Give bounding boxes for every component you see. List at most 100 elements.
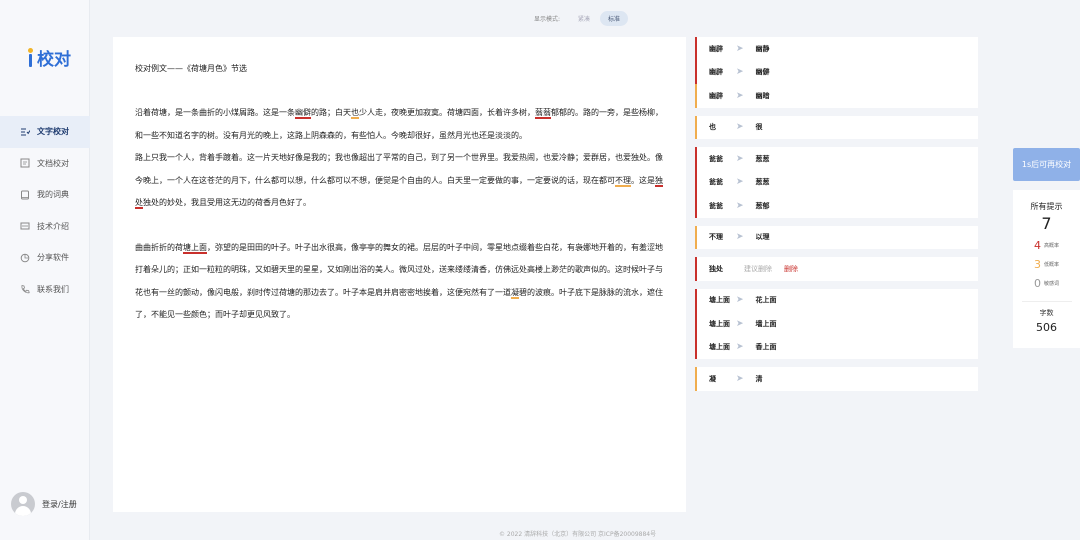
sidebar-nav: 文字校对 文档校对 我的词典 技术介绍 分享软件 联系我们	[0, 116, 90, 305]
suggestion-row[interactable]: 不理 ➤ 以理	[695, 225, 978, 249]
error-mark-low[interactable]: 凝	[511, 287, 519, 299]
sidebar-item-contact[interactable]: 联系我们	[0, 274, 90, 306]
error-mark-low[interactable]: 也	[351, 108, 359, 119]
tech-icon	[20, 221, 30, 231]
original-word: 不理	[709, 233, 723, 242]
arrow-right-icon: ➤	[736, 318, 744, 329]
sidebar-item-share[interactable]: 分享软件	[0, 242, 90, 274]
all-hints-count: 7	[1041, 214, 1052, 233]
sensitive-word-label: 敏感词	[1043, 281, 1059, 287]
suggestion-card: 也 ➤ 很	[695, 115, 978, 139]
suggestion-row[interactable]: 瓮瓮 ➤ 葱郁	[695, 194, 978, 218]
app-logo[interactable]: 校对	[26, 45, 71, 70]
low-probability-label: 低概率	[1043, 262, 1059, 268]
suggested-word[interactable]: 很	[756, 122, 763, 132]
suggested-word[interactable]: 葱葱	[756, 154, 770, 164]
mode-option-compact[interactable]: 紧凑	[570, 11, 598, 26]
suggest-delete-label: 建议删除	[744, 264, 772, 273]
paragraph-2: 路上只我一个人，背着手踱着。这一片天地好像是我的；我也像超出了平常的自己，到了另…	[135, 147, 664, 215]
original-word: 幽辟	[709, 44, 723, 53]
suggestion-card: 不理 ➤ 以理	[695, 225, 978, 249]
suggestion-card: 瓮瓮 ➤ 葱葱 瓮瓮 ➤ 葱葱 瓮瓮 ➤ 葱郁	[695, 147, 978, 218]
sidebar-item-document-check[interactable]: 文档校对	[0, 148, 90, 180]
sidebar-item-label: 文档校对	[37, 158, 69, 168]
original-word: 塘上面	[709, 319, 730, 328]
paragraph-3: 曲曲折折的荷塘上面，弥望的是田田的叶子。叶子出水很高，像亭亭的舞女的裙。层层的叶…	[135, 237, 664, 327]
word-count-value: 506	[1036, 321, 1057, 334]
sidebar: 校对 文字校对 文档校对 我的词典 技术介绍 分享软件 联系我们 登录/注册	[0, 0, 90, 540]
document-icon	[20, 158, 30, 168]
display-mode-switch: 显示模式: 紧凑 标准	[534, 11, 630, 26]
suggestion-row[interactable]: 幽辟 ➤ 幽静	[695, 37, 978, 61]
high-probability-stat[interactable]: 4 高概率	[1013, 238, 1080, 253]
suggestion-row[interactable]: 塘上面 ➤ 墙上面	[695, 312, 978, 336]
suggestion-row[interactable]: 瓮瓮 ➤ 葱葱	[695, 170, 978, 194]
error-mark-high[interactable]: 塘上面	[183, 242, 207, 254]
text-span: 。这是	[631, 175, 655, 185]
sidebar-item-text-check[interactable]: 文字校对	[0, 116, 90, 148]
login-label: 登录/注册	[42, 499, 77, 509]
high-probability-label: 高概率	[1043, 243, 1059, 249]
suggestion-row[interactable]: 也 ➤ 很	[695, 115, 978, 139]
original-word: 瓮瓮	[709, 201, 723, 210]
arrow-right-icon: ➤	[736, 232, 744, 243]
sidebar-item-label: 我的词典	[37, 190, 69, 200]
suggestion-row[interactable]: 塘上面 ➤ 花上面	[695, 288, 978, 312]
suggested-word[interactable]: 清	[756, 374, 763, 384]
mode-option-standard[interactable]: 标准	[600, 11, 629, 26]
text-span: 曲曲折折的荷	[135, 242, 183, 252]
arrow-right-icon: ➤	[736, 200, 744, 211]
logo-icon	[26, 47, 36, 68]
arrow-right-icon: ➤	[736, 177, 744, 188]
suggestion-row[interactable]: 幽辟 ➤ 幽暗	[695, 84, 978, 108]
suggestions-panel: 幽辟 ➤ 幽静 幽辟 ➤ 幽僻 幽辟 ➤ 幽暗 也 ➤ 很 瓮瓮 ➤ 葱葱 瓮瓮	[695, 37, 978, 399]
original-word: 幽辟	[709, 68, 723, 77]
suggested-word[interactable]: 幽暗	[756, 91, 770, 101]
suggested-word[interactable]: 花上面	[756, 295, 777, 305]
original-word: 瓮瓮	[709, 154, 723, 163]
sidebar-item-label: 分享软件	[37, 253, 69, 263]
original-word: 幽辟	[709, 91, 723, 100]
error-mark-low[interactable]: 不理	[615, 175, 631, 187]
suggested-word[interactable]: 幽僻	[756, 67, 770, 77]
suggested-word[interactable]: 以理	[756, 232, 770, 242]
suggestion-row[interactable]: 凝 ➤ 清	[695, 367, 978, 391]
suggested-word[interactable]: 幽静	[756, 44, 770, 54]
suggestion-card: 塘上面 ➤ 花上面 塘上面 ➤ 墙上面 塘上面 ➤ 香上面	[695, 288, 978, 359]
sidebar-item-my-dictionary[interactable]: 我的词典	[0, 179, 90, 211]
divider	[1021, 301, 1072, 302]
arrow-right-icon: ➤	[736, 373, 744, 384]
error-mark-high[interactable]: 蓊蓊	[535, 108, 551, 119]
low-probability-count: 3	[1033, 258, 1041, 271]
suggested-word[interactable]: 墙上面	[756, 319, 777, 329]
recheck-button[interactable]: 1s后可再校对	[1013, 148, 1080, 181]
document-editor[interactable]: 校对例文——《荷塘月色》节选 沿着荷塘，是一条曲折的小煤屑路。这是一条幽僻的路；…	[113, 37, 686, 512]
suggested-word[interactable]: 葱葱	[756, 177, 770, 187]
suggested-word[interactable]: 香上面	[756, 342, 777, 352]
delete-button[interactable]: 删除	[784, 264, 798, 274]
document-title: 校对例文——《荷塘月色》节选	[135, 64, 247, 73]
display-mode-label: 显示模式:	[534, 16, 561, 23]
suggestion-row[interactable]: 瓮瓮 ➤ 葱葱	[695, 147, 978, 171]
suggestion-row[interactable]: 幽辟 ➤ 幽僻	[695, 60, 978, 84]
arrow-right-icon: ➤	[736, 90, 744, 101]
avatar	[11, 492, 35, 516]
book-icon	[20, 190, 30, 200]
error-mark-high[interactable]: 幽僻	[295, 108, 311, 119]
sidebar-item-tech-intro[interactable]: 技术介绍	[0, 211, 90, 243]
word-count-label: 字数	[1039, 309, 1054, 317]
original-word: 独处	[709, 264, 723, 273]
text-span: 沿着荷塘，是一条曲折的小煤屑路。这是一条	[135, 108, 295, 117]
suggestion-card: 凝 ➤ 清	[695, 367, 978, 391]
sensitive-word-stat[interactable]: 0 敏感词	[1013, 276, 1080, 291]
login-button[interactable]: 登录/注册	[11, 492, 77, 516]
footer-copyright: © 2022 清辞科技（北京）有限公司 京ICP备20009884号	[499, 531, 657, 538]
low-probability-stat[interactable]: 3 低概率	[1013, 257, 1080, 272]
original-word: 塘上面	[709, 296, 730, 305]
original-word: 瓮瓮	[709, 178, 723, 187]
arrow-right-icon: ➤	[736, 43, 744, 54]
suggested-word[interactable]: 葱郁	[756, 201, 770, 211]
suggestion-row[interactable]: 独处 建议删除 删除	[695, 257, 978, 281]
suggestion-row[interactable]: 塘上面 ➤ 香上面	[695, 335, 978, 359]
arrow-right-icon: ➤	[736, 153, 744, 164]
